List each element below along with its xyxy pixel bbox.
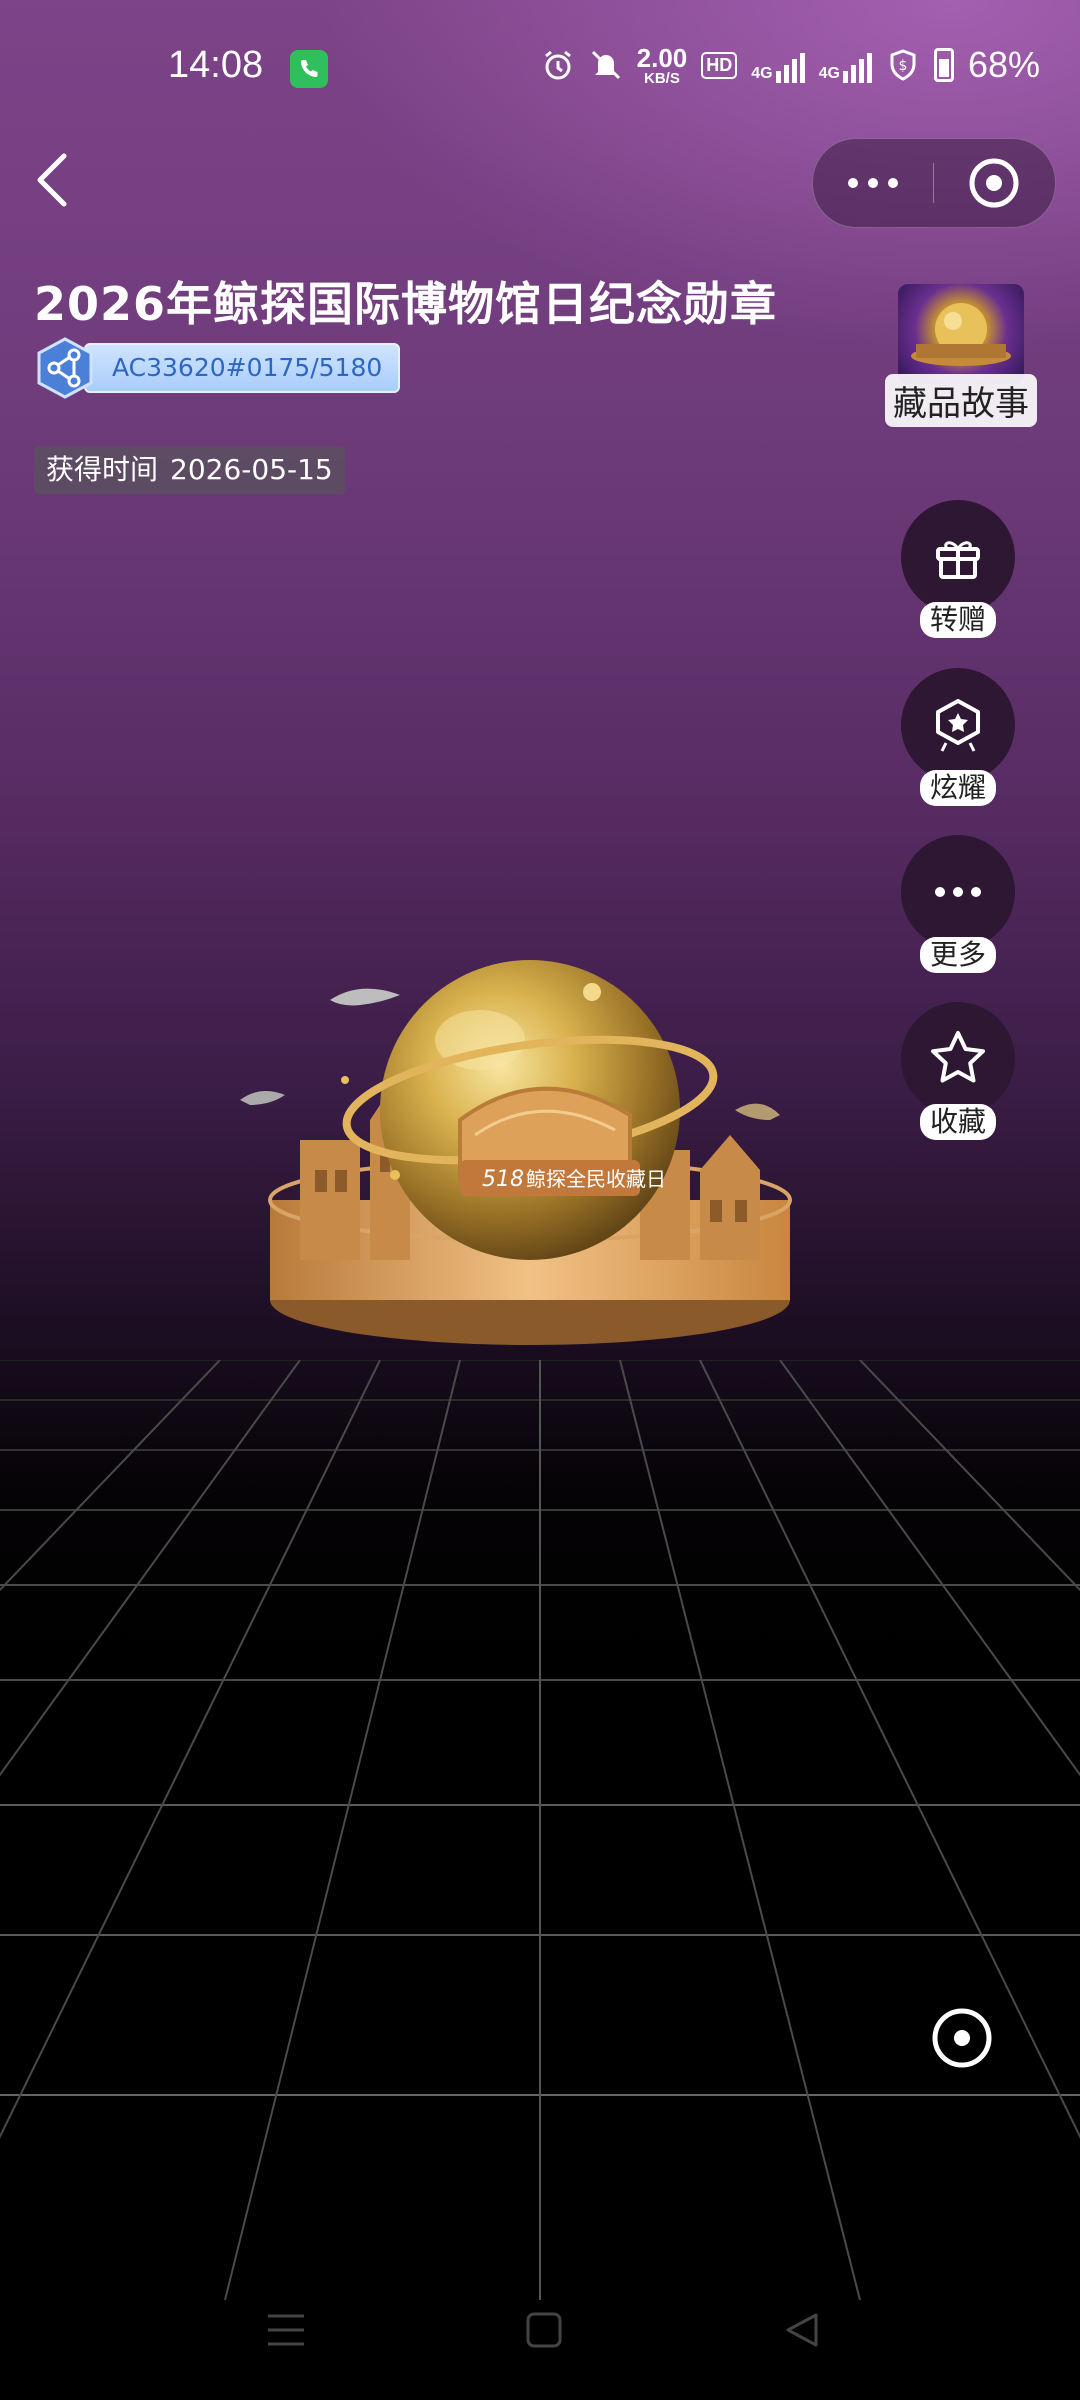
capsule-close-button[interactable]	[934, 139, 1054, 227]
capsule-more-button[interactable]	[813, 139, 933, 227]
mute-icon	[591, 50, 620, 80]
obtain-time: 获得时间 2026-05-15	[34, 446, 345, 494]
badge-star-icon	[936, 699, 980, 752]
transfer-button[interactable]: 转赠	[900, 500, 1016, 638]
shield-dollar-icon: $	[890, 49, 916, 81]
status-bar: 14:08 2.00 KB/S HD 4G 4G $ 68%	[0, 0, 1080, 130]
target-close-icon	[969, 158, 1019, 208]
blockchain-icon	[37, 337, 93, 399]
recenter-button[interactable]	[930, 2006, 994, 2070]
collectible-detail-screen: 14:08 2.00 KB/S HD 4G 4G $ 68% 2026年鲸探国际…	[0, 0, 1080, 2400]
show-off-label: 炫耀	[919, 770, 996, 806]
home-square-icon	[526, 2312, 562, 2348]
nav-home-button[interactable]	[514, 2300, 574, 2360]
model-banner-text: 鲸探全民收藏日	[526, 1167, 666, 1191]
favorite-button[interactable]: 收藏	[900, 1002, 1016, 1140]
story-label: 藏品故事	[885, 374, 1037, 427]
more-dots-icon	[848, 178, 858, 188]
status-icons: 2.00 KB/S HD 4G 4G $ 68%	[541, 44, 1040, 86]
gift-icon	[936, 541, 980, 579]
star-icon	[931, 1031, 985, 1083]
phone-call-icon	[290, 50, 328, 88]
hd-badge: HD	[701, 51, 738, 79]
favorite-label: 收藏	[919, 1104, 996, 1140]
nav-back-button[interactable]	[772, 2300, 832, 2360]
system-nav-bar	[0, 2270, 1080, 2400]
signal-1-icon: 4G	[751, 47, 805, 83]
page-title: 2026年鲸探国际博物馆日纪念勋章	[34, 277, 778, 331]
show-off-button[interactable]: 炫耀	[900, 668, 1016, 806]
chain-code: AC33620#0175/5180	[84, 343, 401, 393]
back-button[interactable]	[30, 150, 80, 210]
mini-program-capsule	[812, 138, 1056, 228]
back-triangle-icon	[786, 2313, 818, 2347]
chain-code-badge: AC33620#0175/5180	[34, 337, 401, 399]
more-dots-icon	[935, 887, 981, 897]
floor-grid	[0, 1360, 1080, 2300]
medal-3d-model[interactable]: 518 鲸探全民收藏日	[220, 940, 840, 1380]
menu-icon	[268, 2314, 304, 2346]
svg-text:$: $	[898, 58, 907, 74]
chevron-left-icon	[37, 153, 67, 207]
status-time: 14:08	[168, 44, 264, 86]
model-banner-number: 518	[482, 1167, 524, 1192]
alarm-icon	[544, 50, 571, 80]
story-thumbnail	[898, 284, 1024, 384]
transfer-label: 转赠	[919, 602, 996, 638]
network-speed: 2.00 KB/S	[636, 42, 688, 87]
nav-menu-button[interactable]	[256, 2300, 316, 2360]
collection-story-button[interactable]: 藏品故事	[884, 284, 1038, 427]
signal-2-icon: 4G	[819, 47, 872, 83]
battery-percent: 68%	[967, 44, 1040, 85]
more-label: 更多	[919, 937, 996, 973]
more-button[interactable]: 更多	[900, 835, 1016, 973]
target-icon	[932, 2008, 992, 2068]
obtain-date: 2026-05-15	[170, 453, 333, 486]
obtain-label: 获得时间	[46, 453, 159, 486]
battery-icon	[933, 48, 954, 82]
